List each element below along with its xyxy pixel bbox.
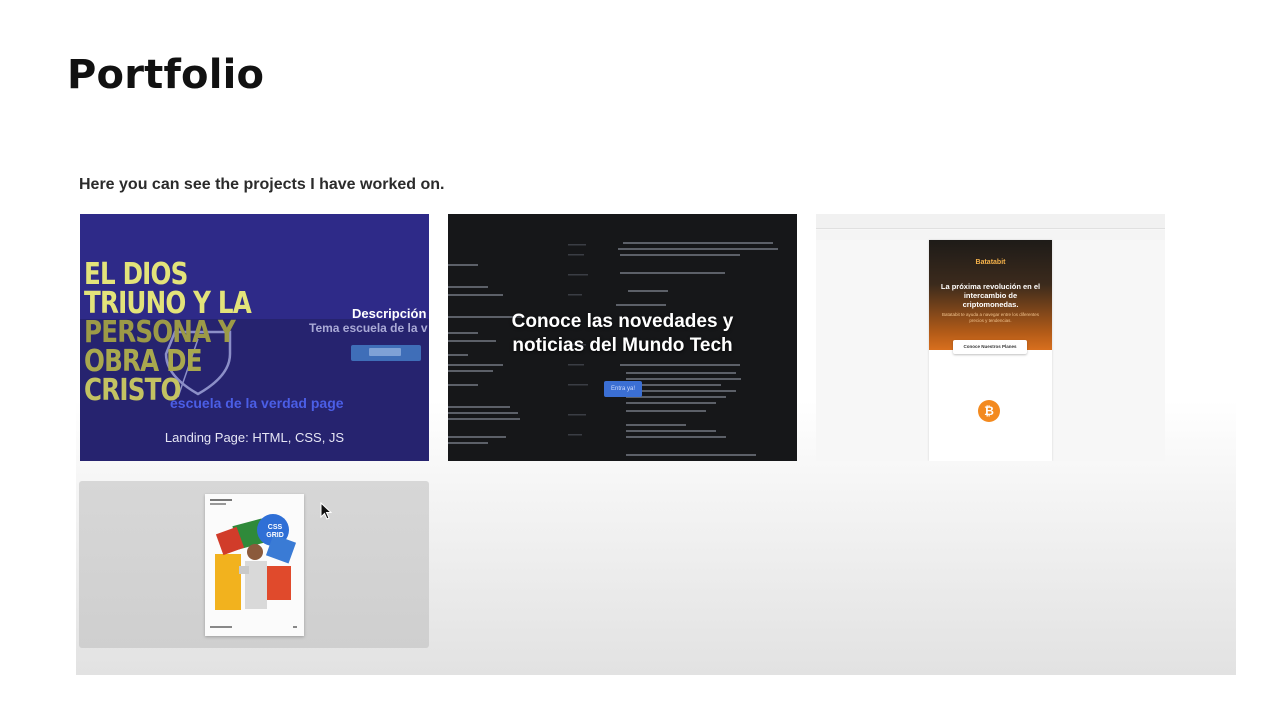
project-card-landing-page[interactable]: EL DIOS TRIUNO Y LA PERSONA Y OBRA DE CR…: [80, 214, 429, 461]
bitcoin-icon: ₿: [978, 400, 1000, 422]
poster-artwork: [210, 499, 297, 628]
poster-sheet: CSS GRID: [205, 494, 304, 636]
description-heading: Descripción: [352, 306, 427, 321]
landing-big-title: EL DIOS TRIUNO Y LA PERSONA Y OBRA DE CR…: [84, 257, 252, 406]
batatabit-mockup: Batatabit La próxima revolución en el in…: [929, 240, 1052, 461]
big-title-line: TRIUNO Y LA: [84, 286, 252, 321]
site-name: escuela de la verdad page: [170, 395, 344, 411]
description-text: Tema escuela de la v: [309, 321, 428, 335]
mouse-cursor-icon: [320, 502, 333, 520]
mundo-tech-headline: Conoce las novedades y noticias del Mund…: [448, 310, 797, 358]
enter-button: Entra ya!: [604, 381, 642, 397]
design-toolbar: [816, 214, 1165, 229]
project-card-mundo-tech[interactable]: Conoce las novedades y noticias del Mund…: [448, 214, 797, 461]
project-card-css-grid-poster[interactable]: CSS GRID: [79, 481, 429, 648]
page-title: Portfolio: [67, 52, 265, 98]
mockup-tagline: La próxima revolución en el intercambio …: [940, 282, 1041, 309]
landing-cta-button: [351, 345, 421, 361]
headline-line: Conoce las novedades y: [511, 311, 734, 332]
design-ruler: [816, 230, 1165, 240]
page-subtitle: Here you can see the projects I have wor…: [79, 176, 445, 193]
big-title-line: OBRA DE: [84, 344, 203, 379]
big-title-line: PERSONA Y: [84, 315, 236, 350]
headline-line: noticias del Mundo Tech: [512, 335, 733, 356]
poster-badge: CSS GRID: [266, 524, 284, 539]
mockup-subtext: Batatabit te ayuda a navegar entre los d…: [941, 312, 1040, 323]
project-card-batatabit[interactable]: Batatabit La próxima revolución en el in…: [816, 214, 1165, 461]
brand-logo: Batatabit: [975, 259, 1006, 266]
big-title-line: EL DIOS: [84, 257, 188, 292]
project-caption: Landing Page: HTML, CSS, JS: [164, 430, 345, 445]
mockup-cta: Conoce Nuestros Planes: [953, 340, 1027, 354]
